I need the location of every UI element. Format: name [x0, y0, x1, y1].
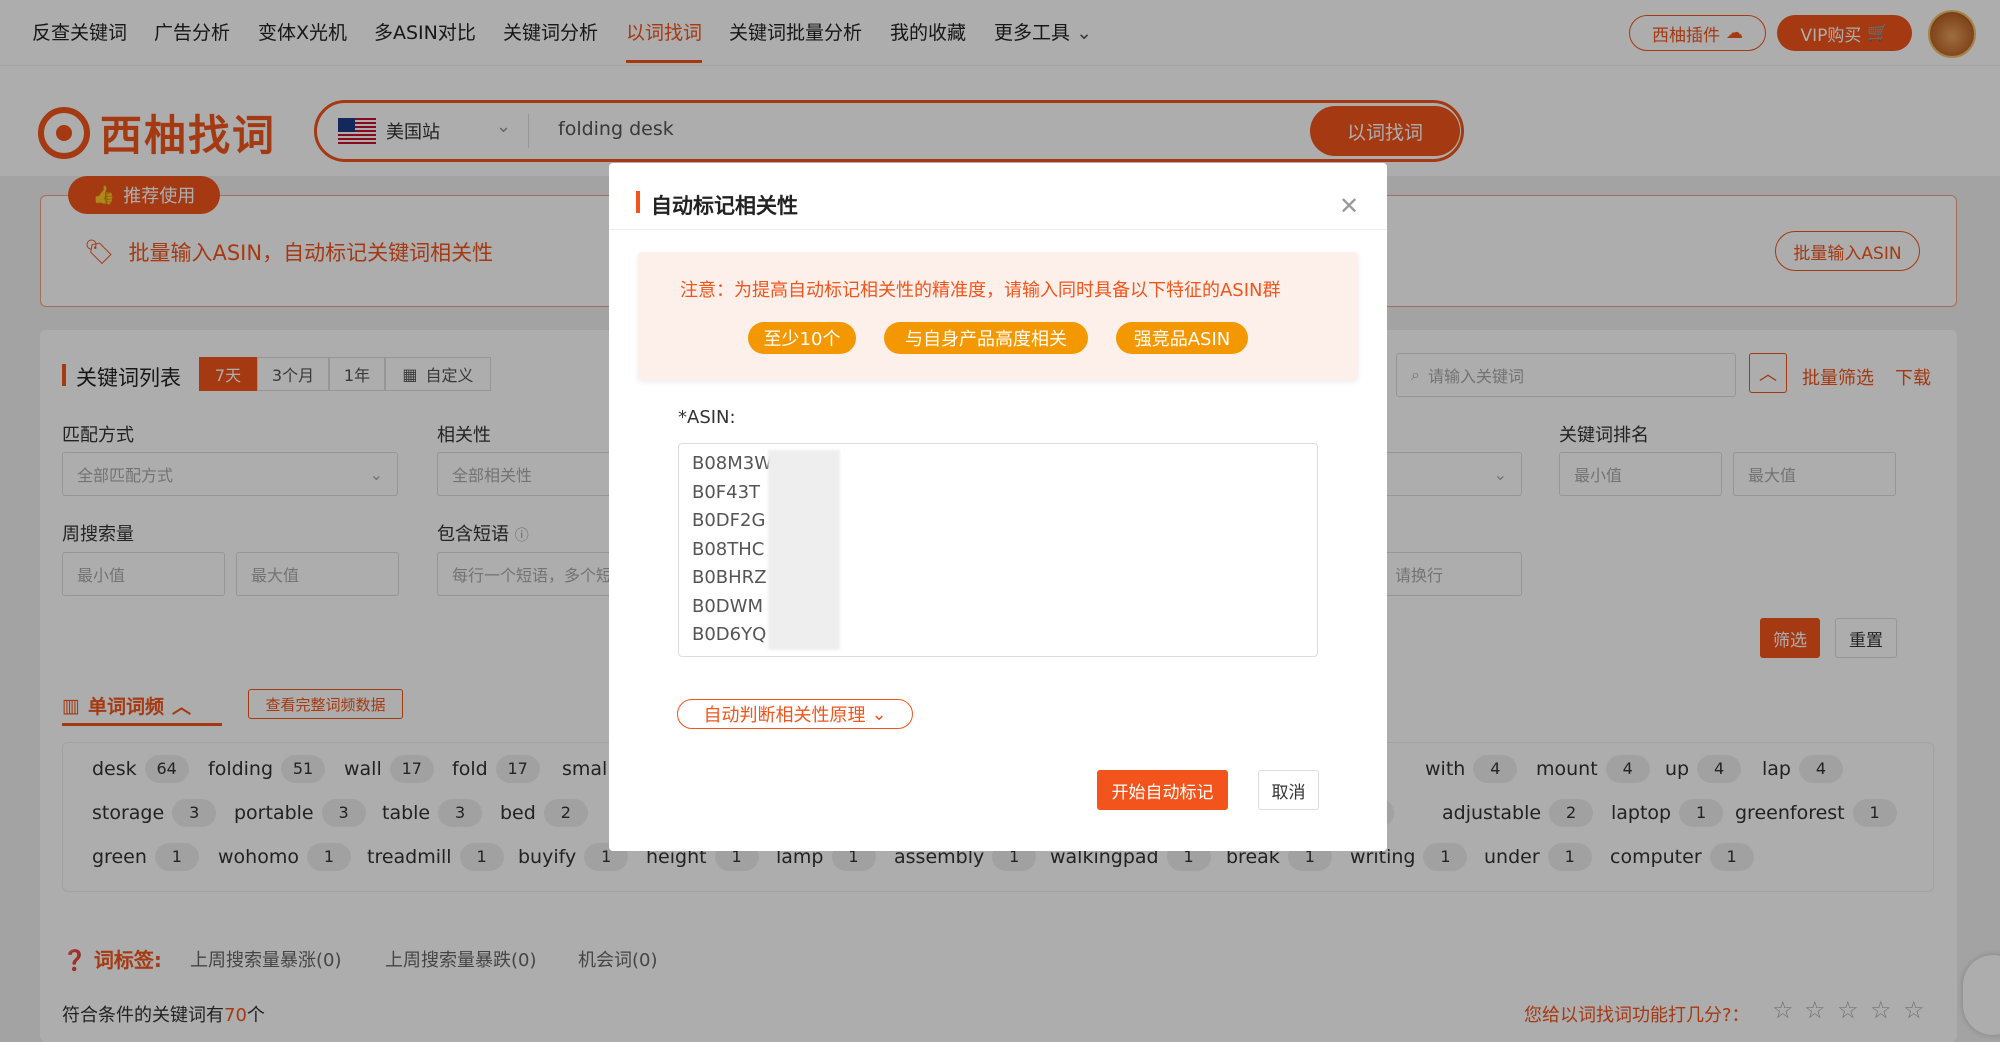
asin-line: B08M3W	[692, 453, 773, 474]
chevron-down-icon: ⌄	[871, 703, 887, 725]
notice-pill-competitor: 强竞品ASIN	[1116, 322, 1248, 354]
asin-label: *ASIN:	[678, 407, 736, 428]
redaction-blur	[768, 450, 840, 650]
close-icon[interactable]: ✕	[1339, 192, 1359, 220]
notice-text: 注意：为提高自动标记相关性的精准度，请输入同时具备以下特征的ASIN群	[680, 280, 1281, 301]
principle-toggle[interactable]: 自动判断相关性原理 ⌄	[677, 699, 913, 729]
modal-title-accent	[636, 191, 640, 213]
principle-label: 自动判断相关性原理	[703, 705, 866, 726]
start-auto-mark-button[interactable]: 开始自动标记	[1097, 770, 1228, 810]
asin-line: B08THC	[692, 539, 765, 560]
modal-title: 自动标记相关性	[651, 194, 798, 218]
asin-line: B0DF2G	[692, 510, 766, 531]
notice-pill-relevant: 与自身产品高度相关	[884, 322, 1088, 354]
asin-line: B0DWM	[692, 596, 763, 617]
asin-line: B0F43T	[692, 482, 761, 503]
cancel-button[interactable]: 取消	[1258, 770, 1319, 810]
asin-line: B0D6YQ	[692, 624, 767, 645]
notice-box	[638, 252, 1358, 380]
asin-line: B0BHRZ	[692, 567, 767, 588]
divider	[609, 229, 1387, 230]
notice-pill-min10: 至少10个	[748, 322, 856, 354]
